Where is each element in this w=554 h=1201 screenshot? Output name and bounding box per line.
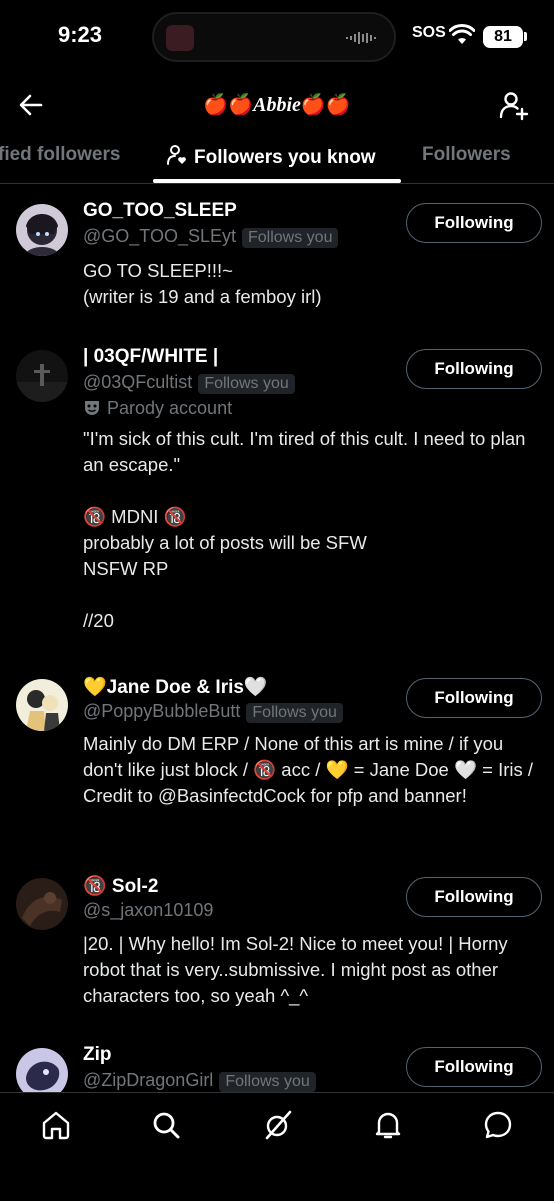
title-suffix-emoji: 🍎🍎 bbox=[300, 94, 351, 116]
following-button[interactable]: Following bbox=[406, 1047, 542, 1087]
search-icon[interactable] bbox=[150, 1109, 182, 1141]
avatar[interactable] bbox=[16, 350, 68, 402]
home-icon[interactable] bbox=[40, 1109, 72, 1141]
avatar[interactable] bbox=[16, 1048, 68, 1092]
audio-wave-icon bbox=[346, 32, 376, 44]
page-title: 🍎🍎Abbie🍎🍎 bbox=[0, 92, 554, 117]
tab-followers[interactable]: Followers bbox=[422, 144, 511, 166]
follows-you-badge: Follows you bbox=[219, 1072, 316, 1092]
add-user-icon[interactable] bbox=[498, 90, 530, 122]
status-time: 9:23 bbox=[58, 22, 103, 47]
parody-label: Parody account bbox=[83, 398, 232, 419]
parody-text: Parody account bbox=[107, 398, 233, 418]
messages-icon[interactable] bbox=[482, 1109, 514, 1141]
handle[interactable]: @GO_TOO_SLEyt bbox=[83, 226, 236, 246]
following-button[interactable]: Following bbox=[406, 678, 542, 718]
notifications-icon[interactable] bbox=[372, 1109, 404, 1141]
follows-you-badge: Follows you bbox=[246, 703, 343, 723]
grok-icon[interactable] bbox=[262, 1109, 294, 1141]
handle-line: @s_jaxon10109 bbox=[83, 900, 213, 921]
display-name[interactable]: | 03QF/WHITE | bbox=[83, 346, 218, 368]
theater-mask-icon bbox=[85, 401, 99, 415]
handle[interactable]: @PoppyBubbleButt bbox=[83, 701, 240, 721]
avatar[interactable] bbox=[16, 204, 68, 256]
now-playing-thumbnail bbox=[166, 25, 194, 51]
tab-verified-followers[interactable]: fied followers bbox=[0, 144, 120, 166]
sos-indicator: SOS bbox=[412, 24, 446, 41]
follows-you-badge: Follows you bbox=[242, 228, 339, 248]
avatar[interactable] bbox=[16, 679, 68, 731]
following-button[interactable]: Following bbox=[406, 877, 542, 917]
bio: Mainly do DM ERP / None of this art is m… bbox=[83, 733, 534, 806]
handle[interactable]: @s_jaxon10109 bbox=[83, 900, 213, 920]
bio: |20. | Why hello! Im Sol-2! Nice to meet… bbox=[83, 933, 508, 1006]
display-name[interactable]: 💛Jane Doe & Iris🤍 bbox=[83, 675, 268, 699]
handle[interactable]: @ZipDragonGirl bbox=[83, 1070, 213, 1090]
tab-label: Followers you know bbox=[194, 147, 376, 168]
follows-you-badge: Follows you bbox=[198, 374, 295, 394]
handle-line: @03QFcultist Follows you bbox=[83, 372, 295, 394]
battery-indicator: 81 bbox=[483, 26, 523, 48]
dynamic-island bbox=[152, 12, 396, 62]
bio: "I'm sick of this cult. I'm tired of thi… bbox=[83, 428, 526, 631]
following-button[interactable]: Following bbox=[406, 349, 542, 389]
display-name[interactable]: GO_TOO_SLEEP bbox=[83, 200, 237, 222]
handle-line: @ZipDragonGirl Follows you bbox=[83, 1070, 316, 1092]
avatar[interactable] bbox=[16, 878, 68, 930]
following-button[interactable]: Following bbox=[406, 203, 542, 243]
status-bar: 9:23 SOS 81 bbox=[0, 0, 554, 80]
handle-line: @GO_TOO_SLEyt Follows you bbox=[83, 226, 339, 248]
profile-header: 🍎🍎Abbie🍎🍎 bbox=[0, 80, 554, 132]
person-heart-icon bbox=[167, 145, 186, 165]
active-tab-indicator bbox=[153, 179, 401, 183]
battery-tip bbox=[524, 32, 527, 41]
followers-list: GO_TOO_SLEEP @GO_TOO_SLEyt Follows you GO… bbox=[0, 184, 554, 1092]
handle[interactable]: @03QFcultist bbox=[83, 372, 192, 392]
followers-tabs: fied followers Followers you know Follow… bbox=[0, 133, 554, 184]
title-prefix-emoji: 🍎🍎 bbox=[203, 94, 254, 116]
handle-line: @PoppyBubbleButt Follows you bbox=[83, 701, 343, 723]
wifi-icon bbox=[449, 24, 475, 44]
tab-followers-you-know[interactable]: Followers you know bbox=[166, 144, 376, 169]
title-name: Abbie bbox=[253, 94, 301, 116]
bottom-navigation bbox=[0, 1092, 554, 1201]
bio: GO TO SLEEP!!!~ (writer is 19 and a femb… bbox=[83, 260, 322, 307]
display-name[interactable]: 🔞 Sol-2 bbox=[83, 874, 158, 898]
display-name[interactable]: Zip bbox=[83, 1044, 112, 1066]
